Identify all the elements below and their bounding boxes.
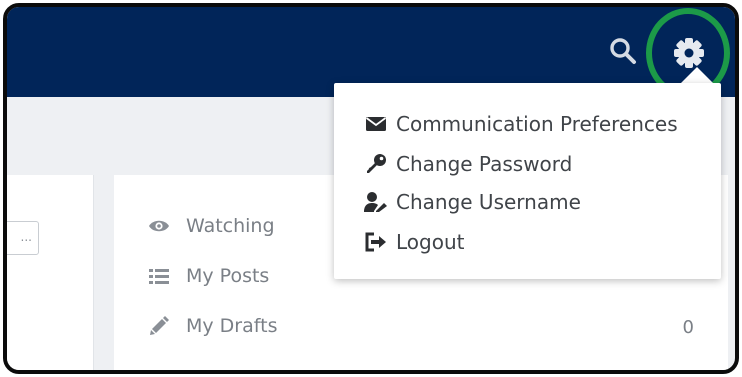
pencil-icon [150,316,169,335]
list-icon [149,269,169,284]
left-panel [7,175,94,370]
menu-item-logout[interactable]: Logout [364,226,464,258]
sidebar-item-label: My Posts [186,265,270,287]
menu-item-label: Logout [396,230,465,254]
menu-item-label: Change Username [396,190,581,214]
eye-icon [149,220,169,232]
settings-dropdown-menu: Communication Preferences Change Passwor… [334,83,721,279]
envelope-icon [365,117,387,131]
search-icon[interactable] [609,37,637,65]
gear-icon[interactable] [671,35,707,71]
menu-item-change-password[interactable]: Change Password [364,148,572,180]
user-edit-icon [364,192,387,212]
left-input-fragment: ... [20,230,32,244]
left-panel-input[interactable]: ... [7,221,39,255]
menu-item-label: Communication Preferences [396,112,678,136]
menu-item-communication-preferences[interactable]: Communication Preferences [364,108,678,140]
drafts-count: 0 [682,317,694,338]
dropdown-caret [680,67,714,84]
sidebar-item-my-posts[interactable]: My Posts [148,261,269,291]
screenshot-frame: ... Watching My Posts My Drafts 0 Commun… [3,3,739,374]
key-icon [367,154,386,173]
sidebar-item-my-drafts[interactable]: My Drafts [148,311,277,341]
sidebar-item-watching[interactable]: Watching [148,211,275,241]
menu-item-label: Change Password [396,152,573,176]
sign-out-icon [365,232,386,252]
sidebar-item-label: My Drafts [186,315,278,337]
sidebar-item-label: Watching [186,215,275,237]
menu-item-change-username[interactable]: Change Username [364,186,581,218]
